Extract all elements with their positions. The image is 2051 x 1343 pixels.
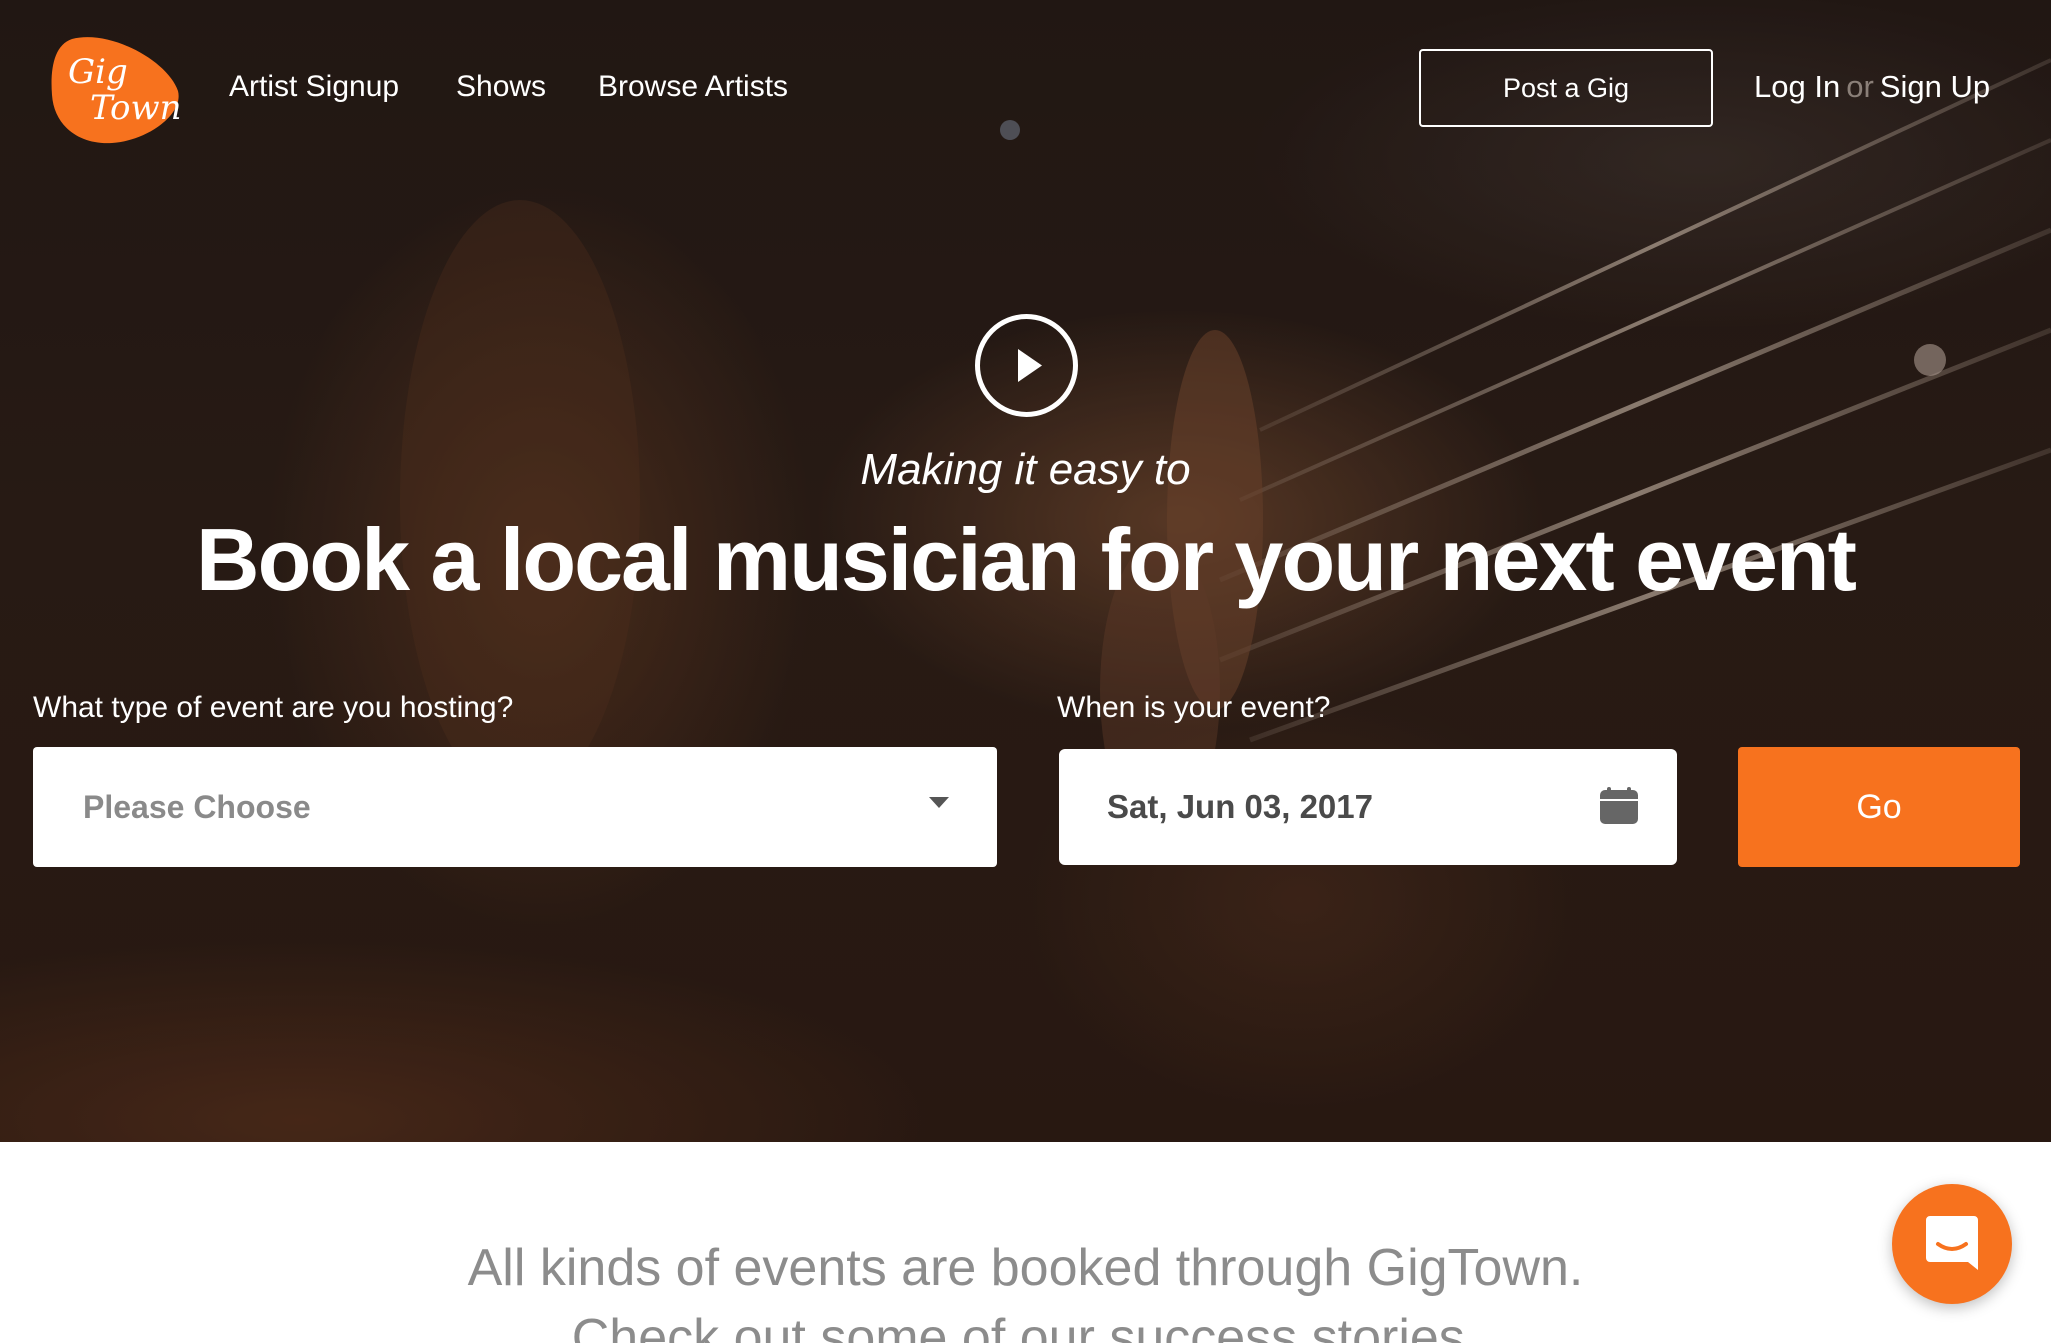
events-intro-line2: Check out some of our success stories.	[571, 1309, 1480, 1343]
nav-artist-signup[interactable]: Artist Signup	[229, 66, 399, 108]
login-link[interactable]: Log In	[1754, 69, 1840, 104]
hero-tagline: Making it easy to	[860, 445, 1191, 494]
go-button[interactable]: Go	[1738, 747, 2020, 867]
event-type-value: Please Choose	[83, 788, 311, 825]
event-type-select[interactable]: Please Choose	[33, 747, 997, 867]
auth-links: Log In or Sign Up	[1754, 66, 1990, 108]
events-intro-line1: All kinds of events are booked through G…	[467, 1239, 1584, 1297]
nav-browse-artists[interactable]: Browse Artists	[598, 66, 788, 108]
logo-text-town: Town	[90, 88, 182, 128]
chat-bubble-icon	[1926, 1216, 1978, 1270]
event-date-value: Sat, Jun 03, 2017	[1107, 788, 1373, 825]
logo-text-gig: Gig	[68, 52, 128, 92]
event-date-label: When is your event?	[1057, 691, 1331, 724]
hero-headline: Book a local musician for your next even…	[196, 510, 1857, 609]
play-circle-icon[interactable]	[974, 313, 1079, 418]
calendar-icon[interactable]	[1599, 787, 1639, 825]
signup-link[interactable]: Sign Up	[1880, 69, 1990, 104]
event-date-input[interactable]: Sat, Jun 03, 2017	[1059, 749, 1677, 865]
chat-launcher-button[interactable]	[1892, 1184, 2012, 1304]
event-type-label: What type of event are you hosting?	[33, 691, 514, 724]
or-separator: or	[1846, 69, 1874, 104]
chevron-down-icon	[929, 797, 949, 808]
post-a-gig-button[interactable]: Post a Gig	[1419, 49, 1713, 127]
gigtown-logo[interactable]: Gig Town	[50, 33, 182, 145]
nav-shows[interactable]: Shows	[456, 66, 546, 108]
